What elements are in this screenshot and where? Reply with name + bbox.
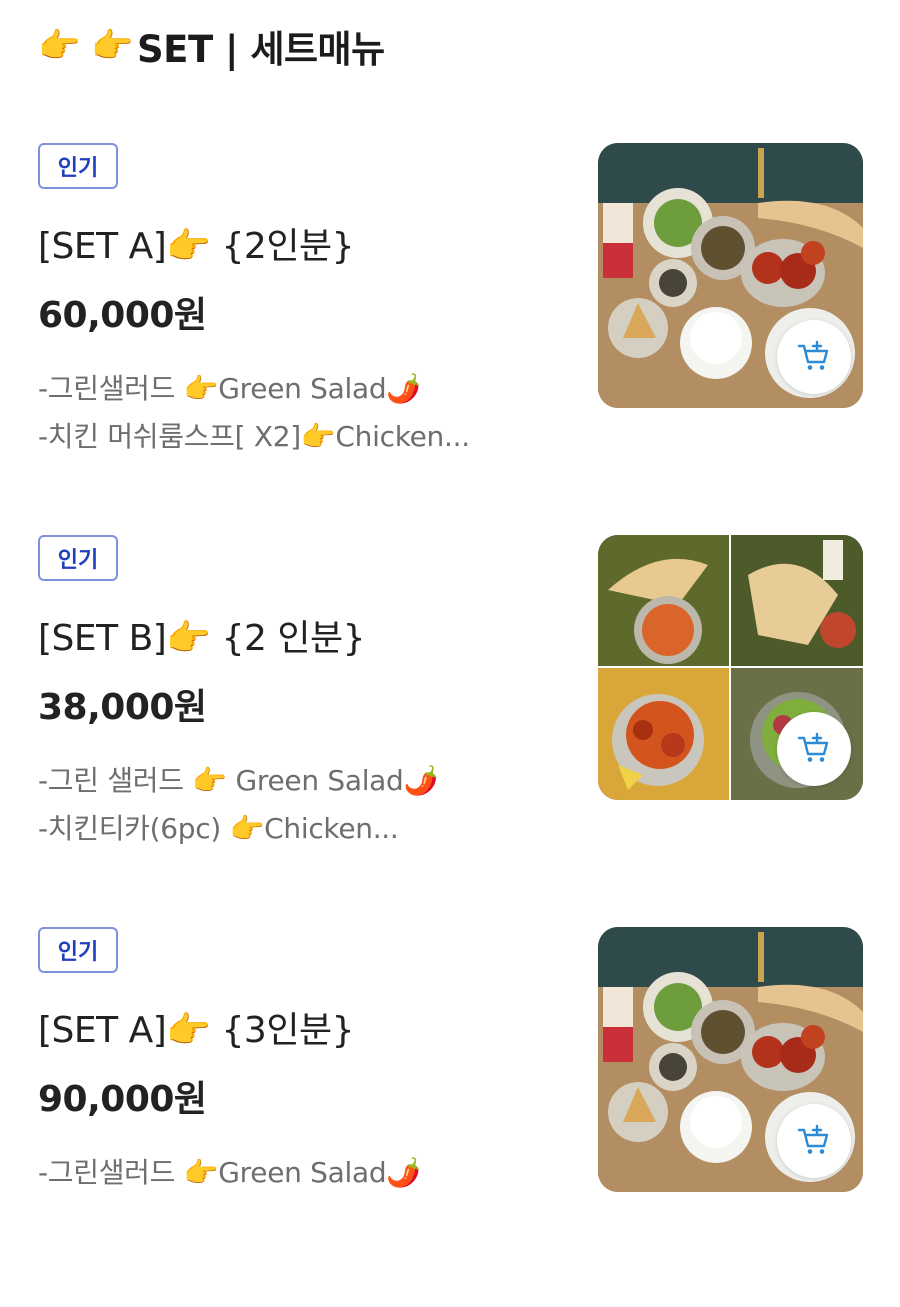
add-to-cart-button[interactable] [777, 1104, 851, 1178]
item-title[interactable]: [SET A]👉 {2인분} [38, 217, 354, 269]
item-price: 90,000원 [38, 1079, 207, 1120]
item-price: 60,000원 [38, 295, 207, 336]
popular-badge: 인기 [38, 535, 118, 581]
description-line: -그린샐러드 👉Green Salad🌶️ [38, 372, 421, 405]
description-line: -치킨티카(6pc) 👉Chicken... [38, 812, 399, 845]
section-title: 👉 👉 SET | 세트매뉴 [38, 18, 385, 74]
add-to-cart-button[interactable] [777, 320, 851, 394]
item-description: -그린샐러드 👉Green Salad🌶️ -치킨 머쉬룸스프[ X2]👉Chi… [38, 365, 508, 461]
item-title[interactable]: [SET B]👉 {2 인분} [38, 609, 365, 661]
cart-add-icon [797, 340, 829, 370]
item-description: -그린 샐러드 👉 Green Salad🌶️ -치킨티카(6pc) 👉Chic… [38, 757, 508, 853]
item-title[interactable]: [SET A]👉 {3인분} [38, 1001, 354, 1053]
popular-badge: 인기 [38, 143, 118, 189]
add-to-cart-button[interactable] [777, 712, 851, 786]
item-price: 38,000원 [38, 687, 207, 728]
item-photo[interactable] [598, 927, 863, 1192]
menu-item[interactable]: 인기 [SET A]👉 {3인분} 90,000원 -그린샐러드 👉Green … [0, 927, 900, 1307]
cart-add-icon [797, 1124, 829, 1154]
item-photo[interactable] [598, 535, 863, 800]
menu-item[interactable]: 인기 [SET B]👉 {2 인분} 38,000원 -그린 샐러드 👉 Gre… [0, 535, 900, 915]
item-description: -그린샐러드 👉Green Salad🌶️ [38, 1149, 508, 1197]
popular-badge: 인기 [38, 927, 118, 973]
menu-item[interactable]: 인기 [SET A]👉 {2인분} 60,000원 -그린샐러드 👉Green … [0, 143, 900, 523]
cart-add-icon [797, 732, 829, 762]
description-line: -치킨 머쉬룸스프[ X2]👉Chicken... [38, 420, 470, 453]
description-line: -그린 샐러드 👉 Green Salad🌶️ [38, 764, 439, 797]
item-photo[interactable] [598, 143, 863, 408]
pointing-hand-emoji: 👉 👉 [38, 26, 134, 66]
description-line: -그린샐러드 👉Green Salad🌶️ [38, 1156, 421, 1189]
section-title-text: SET | 세트매뉴 [137, 28, 385, 71]
